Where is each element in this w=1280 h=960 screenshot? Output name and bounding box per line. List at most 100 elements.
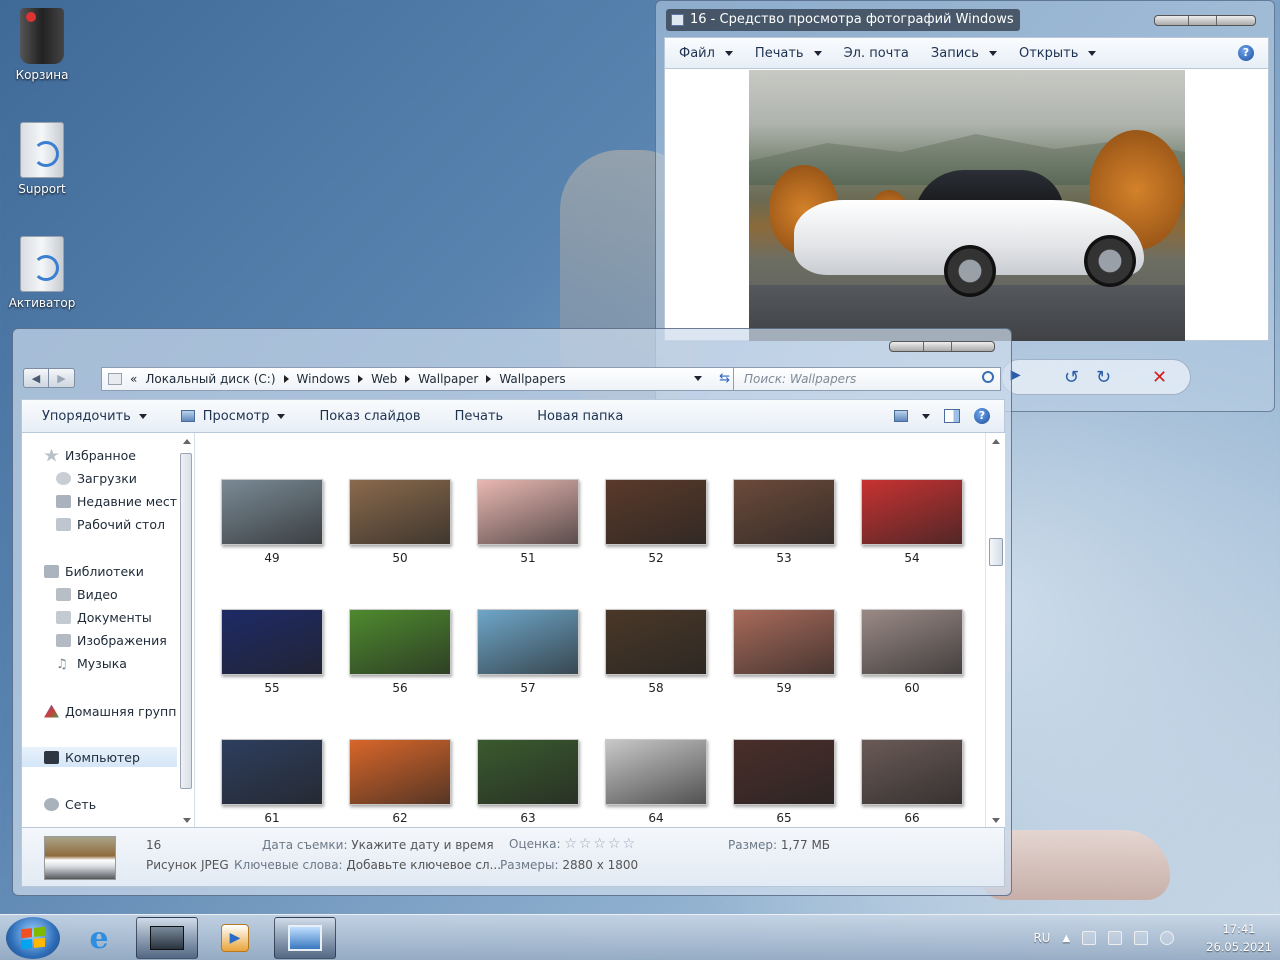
taskbar-internet-explorer[interactable]: e	[68, 917, 130, 959]
chevron-right-icon[interactable]	[283, 375, 289, 383]
address-bar[interactable]: « Локальный диск (C:) Windows Web Wallpa…	[101, 367, 737, 391]
maximize-button[interactable]	[924, 342, 952, 351]
file-thumbnail[interactable]: 49	[217, 479, 327, 565]
close-button[interactable]	[1217, 16, 1255, 25]
change-view-icon[interactable]	[894, 410, 908, 422]
file-thumbnail[interactable]: 52	[601, 479, 711, 565]
breadcrumb-item[interactable]: Wallpapers	[499, 372, 565, 386]
scrollbar-thumb[interactable]	[180, 453, 192, 789]
sidebar-item-documents[interactable]: Документы	[56, 607, 152, 627]
file-thumbnail[interactable]: 58	[601, 609, 711, 695]
print-button[interactable]: Печать	[455, 409, 504, 424]
sidebar-item-video[interactable]: Видео	[56, 584, 118, 604]
file-thumbnail[interactable]: 64	[601, 739, 711, 825]
search-input[interactable]: Поиск: Wallpapers	[733, 367, 1001, 391]
file-thumbnail[interactable]: 66	[857, 739, 967, 825]
rotate-right-icon[interactable]: ↻	[1096, 367, 1111, 388]
language-indicator[interactable]: RU	[1033, 931, 1050, 945]
scroll-up-icon[interactable]	[992, 439, 1000, 444]
breadcrumb-item[interactable]: Windows	[297, 372, 364, 386]
file-thumbnail[interactable]: 56	[345, 609, 455, 695]
content-scrollbar[interactable]	[985, 433, 1005, 827]
back-button[interactable]: ◀	[23, 368, 49, 388]
file-thumbnail[interactable]: 55	[217, 609, 327, 695]
address-dropdown-icon[interactable]	[694, 376, 702, 381]
show-hidden-icons-icon[interactable]: ▲	[1062, 933, 1070, 944]
file-thumbnail[interactable]: 57	[473, 609, 583, 695]
file-thumbnail[interactable]: 61	[217, 739, 327, 825]
close-button[interactable]	[952, 342, 994, 351]
keywords-value[interactable]: Добавьте ключевое сл...	[346, 858, 501, 872]
sidebar-item-recent[interactable]: Недавние места	[56, 491, 185, 511]
desktop-icon-support[interactable]: Support	[2, 122, 82, 196]
breadcrumb-item[interactable]: Wallpaper	[418, 372, 492, 386]
file-thumbnail[interactable]: 51	[473, 479, 583, 565]
menu-burn[interactable]: Запись	[931, 46, 997, 61]
sidebar-item-network[interactable]: Сеть	[44, 794, 96, 814]
menu-file[interactable]: Файл	[679, 46, 733, 61]
taskbar-explorer[interactable]	[136, 917, 198, 959]
date-taken-value[interactable]: Укажите дату и время	[351, 838, 493, 852]
music-icon: ♫	[56, 656, 68, 672]
file-thumbnail[interactable]: 65	[729, 739, 839, 825]
breadcrumb-item[interactable]: Web	[371, 372, 411, 386]
taskbar-media-player[interactable]: ▶	[204, 917, 266, 959]
clock[interactable]: 17:41 26.05.2021	[1206, 920, 1272, 956]
sidebar-item-downloads[interactable]: Загрузки	[56, 468, 137, 488]
file-thumbnail[interactable]: 54	[857, 479, 967, 565]
file-thumbnail[interactable]: 59	[729, 609, 839, 695]
chevron-right-icon[interactable]	[486, 375, 492, 383]
thumbnail-image	[861, 609, 963, 675]
rotate-left-icon[interactable]: ↺	[1064, 367, 1079, 388]
sidebar-item-homegroup[interactable]: Домашняя группа	[44, 701, 184, 721]
start-button[interactable]	[6, 917, 60, 959]
forward-button[interactable]: ▶	[49, 368, 75, 388]
file-thumbnail[interactable]: 63	[473, 739, 583, 825]
thumbnail-label: 66	[904, 811, 920, 825]
breadcrumb-item[interactable]: Локальный диск (C:)	[145, 372, 289, 386]
sidebar-item-favorites[interactable]: Избранное	[44, 445, 136, 465]
file-thumbnail[interactable]: 50	[345, 479, 455, 565]
sidebar-item-libraries[interactable]: Библиотеки	[44, 561, 144, 581]
refresh-icon[interactable]: ⇆	[719, 371, 730, 386]
maximize-button[interactable]	[1189, 16, 1217, 25]
scroll-up-icon[interactable]	[183, 439, 191, 444]
view-button[interactable]: Просмотр	[180, 409, 286, 424]
clipboard-icon[interactable]	[1108, 931, 1123, 945]
slideshow-button[interactable]: Показ слайдов	[319, 409, 420, 424]
navigation-scrollbar[interactable]	[177, 433, 195, 827]
chevron-down-icon[interactable]	[922, 413, 930, 419]
chevron-right-icon[interactable]	[405, 375, 411, 383]
sidebar-item-music[interactable]: ♫ Музыка	[56, 653, 127, 673]
delete-icon[interactable]: ✕	[1152, 367, 1167, 388]
network-icon[interactable]	[1134, 931, 1149, 945]
scroll-down-icon[interactable]	[992, 818, 1000, 823]
breadcrumb-overflow[interactable]: «	[130, 372, 137, 386]
rating-stars-icon[interactable]: ☆☆☆☆☆	[564, 836, 637, 852]
help-icon[interactable]: ?	[974, 408, 990, 424]
sidebar-item-computer[interactable]: Компьютер	[22, 747, 178, 767]
scroll-down-icon[interactable]	[183, 818, 191, 823]
minimize-button[interactable]	[1155, 16, 1189, 25]
volume-muted-icon[interactable]	[1160, 931, 1175, 945]
taskbar-photo-viewer[interactable]	[274, 917, 336, 959]
sidebar-item-desktop[interactable]: Рабочий стол	[56, 514, 165, 534]
rating-label: Оценка:	[509, 837, 561, 851]
desktop-icon-activator[interactable]: Активатор	[2, 236, 82, 310]
file-thumbnail[interactable]: 53	[729, 479, 839, 565]
file-thumbnail[interactable]: 60	[857, 609, 967, 695]
minimize-button[interactable]	[890, 342, 924, 351]
file-thumbnail[interactable]: 62	[345, 739, 455, 825]
scrollbar-thumb[interactable]	[989, 538, 1003, 566]
organize-button[interactable]: Упорядочить	[42, 409, 147, 424]
sidebar-item-images[interactable]: Изображения	[56, 630, 167, 650]
menu-open[interactable]: Открыть	[1019, 46, 1097, 61]
action-center-icon[interactable]	[1082, 931, 1097, 945]
help-icon[interactable]: ?	[1238, 45, 1254, 61]
new-folder-button[interactable]: Новая папка	[537, 409, 623, 424]
chevron-right-icon[interactable]	[358, 375, 364, 383]
desktop-icon-recycle-bin[interactable]: Корзина	[2, 8, 82, 82]
menu-email[interactable]: Эл. почта	[844, 46, 909, 61]
preview-pane-icon[interactable]	[944, 409, 960, 423]
menu-print[interactable]: Печать	[755, 46, 822, 61]
